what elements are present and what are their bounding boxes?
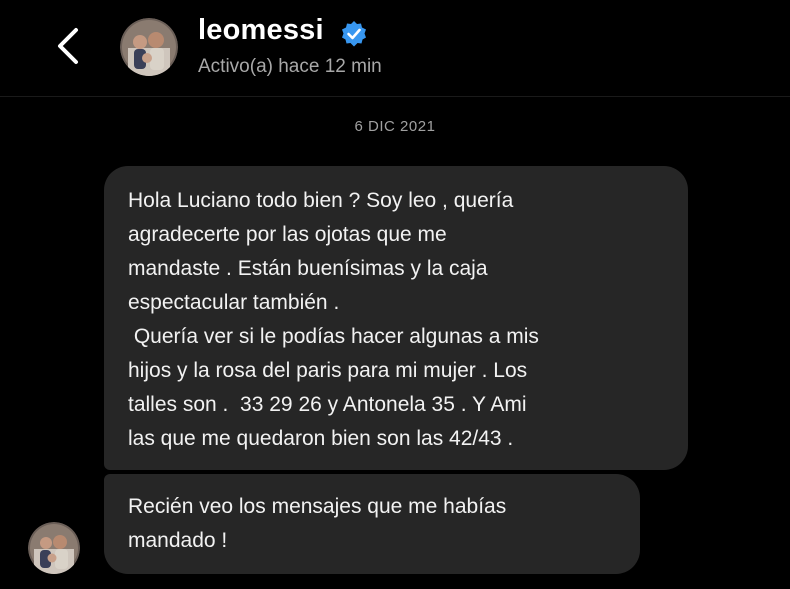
message-line: talles son . 33 29 26 y Antonela 35 . Y … <box>128 393 527 416</box>
message-line: las que me quedaron bien son las 42/43 . <box>128 427 514 450</box>
message-line: Recién veo los mensajes que me habías <box>128 495 507 518</box>
username[interactable]: leomessi <box>198 14 324 47</box>
chevron-left-icon <box>58 28 78 64</box>
message-line: hijos y la rosa del paris para mi mujer … <box>128 359 528 382</box>
message-line: Hola Luciano todo bien ? Soy leo , querí… <box>128 189 514 212</box>
message-line: mandaste . Están buenísimas y la caja <box>128 257 488 280</box>
date-separator: 6 DIC 2021 <box>354 118 436 135</box>
chat-header: leomessi Activo(a) hace 12 min <box>0 0 790 97</box>
message-bubble[interactable]: Hola Luciano todo bien ? Soy leo , querí… <box>104 166 688 470</box>
message-line: mandado ! <box>128 529 228 552</box>
message-line: Quería ver si le podías hacer algunas a … <box>128 325 539 348</box>
activity-status: Activo(a) hace 12 min <box>198 56 382 77</box>
avatar[interactable] <box>120 18 178 76</box>
sender-avatar[interactable] <box>28 522 80 574</box>
verified-badge-icon <box>340 20 368 48</box>
message-bubble[interactable]: Recién veo los mensajes que me habías ma… <box>104 474 640 574</box>
message-line: agradecerte por las ojotas que me <box>128 223 447 246</box>
back-button[interactable] <box>50 24 86 68</box>
message-line: espectacular también . <box>128 291 340 314</box>
